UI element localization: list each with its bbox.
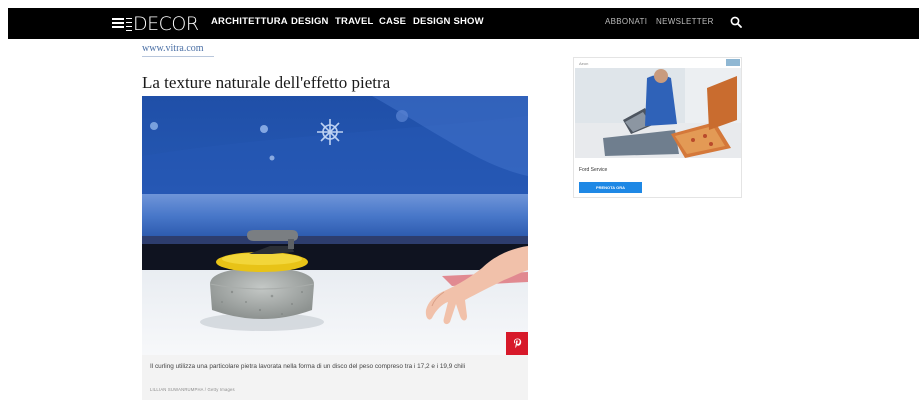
newsletter-link[interactable]: NEWSLETTER (656, 17, 714, 26)
image-caption: Il curling utilizza una particolare piet… (150, 363, 466, 370)
pinterest-save-button[interactable] (506, 332, 528, 355)
source-link[interactable]: www.vitra.com (142, 43, 204, 54)
nav-item-travel[interactable]: TRAVEL (335, 16, 374, 27)
image-credit: LILLIAN SUWANRUMPHA / Getty Images (150, 387, 235, 392)
menu-icon[interactable] (112, 18, 124, 29)
ad-label: Aeon (579, 61, 589, 66)
article-hero-image (142, 96, 528, 355)
advertisement[interactable]: Aeon Ford Service PRENOTA ORA (573, 57, 742, 198)
pinterest-icon (513, 338, 521, 349)
site-logo[interactable]: DECOR (126, 12, 199, 36)
ad-choices-icon[interactable] (726, 59, 740, 66)
subscribe-link[interactable]: ABBONATI (605, 17, 647, 26)
curling-photo (142, 96, 528, 355)
nav-item-design-show[interactable]: DESIGN SHOW (413, 16, 484, 27)
source-link-underline (142, 56, 214, 57)
page: DECOR ARCHITETTURA DESIGN TRAVEL CASE DE… (0, 0, 919, 400)
nav-item-case[interactable]: CASE (379, 16, 406, 27)
nav-item-design[interactable]: DESIGN (291, 16, 329, 27)
article-headline: La texture naturale dell'effetto pietra (142, 73, 391, 92)
ad-sponsor: Ford Service (579, 167, 608, 173)
ad-cta-button[interactable]: PRENOTA ORA (579, 182, 642, 193)
search-icon[interactable] (730, 16, 742, 28)
ad-image[interactable] (575, 68, 741, 158)
nav-item-architettura[interactable]: ARCHITETTURA (211, 16, 288, 27)
top-navigation-bar: DECOR ARCHITETTURA DESIGN TRAVEL CASE DE… (8, 8, 919, 39)
logo-lines-icon (126, 17, 132, 32)
logo-text: DECOR (133, 13, 199, 35)
